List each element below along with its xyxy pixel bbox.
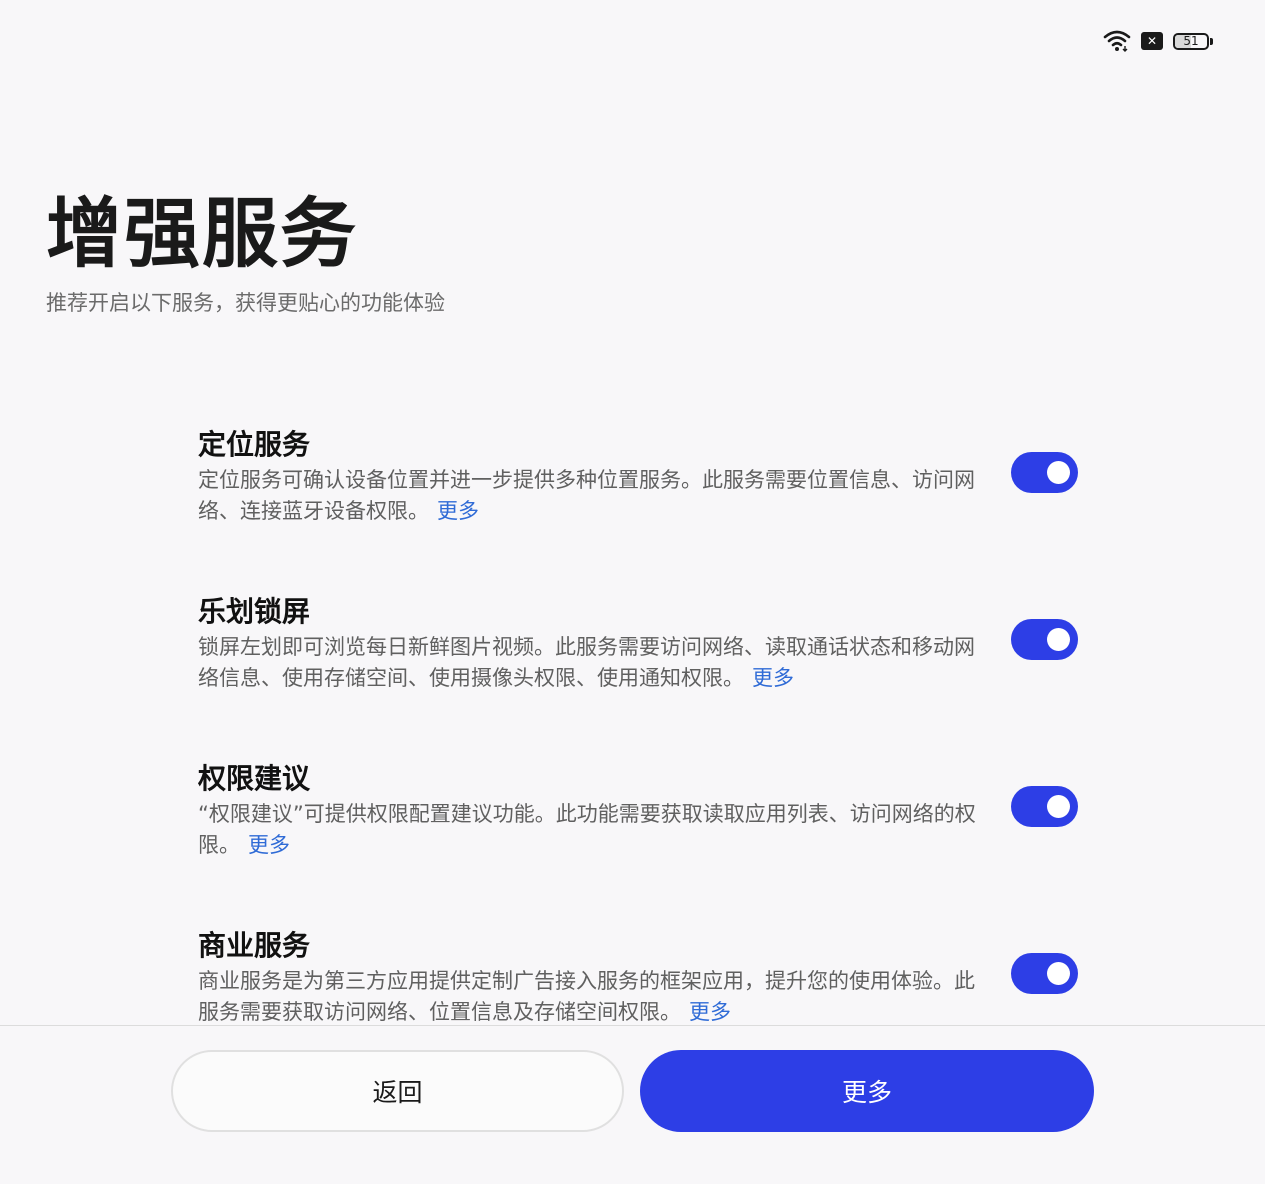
more-link[interactable]: 更多 [752,666,794,690]
service-title: 定位服务 [198,428,311,461]
location-service-toggle[interactable] [1011,452,1078,493]
service-title: 权限建议 [198,762,311,795]
service-list: 定位服务 定位服务可确认设备位置并进一步提供多种位置服务。此服务需要位置信息、访… [198,425,1083,1093]
toggle-knob [1047,461,1070,484]
more-link[interactable]: 更多 [689,1000,731,1024]
service-item-lockscreen: 乐划锁屏 锁屏左划即可浏览每日新鲜图片视频。此服务需要访问网络、读取通话状态和移… [198,592,1083,759]
service-description: 定位服务可确认设备位置并进一步提供多种位置服务。此服务需要位置信息、访问网络、连… [198,468,975,523]
x-mark-icon: ✕ [1141,32,1163,50]
business-service-toggle[interactable] [1011,953,1078,994]
toggle-knob [1047,962,1070,985]
battery-level: 51 [1183,34,1199,48]
service-description: 锁屏左划即可浏览每日新鲜图片视频。此服务需要访问网络、读取通话状态和移动网络信息… [198,635,975,690]
service-title: 商业服务 [198,929,311,962]
wifi-icon [1103,30,1131,52]
more-link[interactable]: 更多 [437,499,479,523]
service-description: “权限建议”可提供权限配置建议功能。此功能需要获取读取应用列表、访问网络的权限。… [198,802,976,857]
service-title: 乐划锁屏 [198,595,311,628]
toggle-knob [1047,795,1070,818]
battery-icon: 51 [1173,32,1213,50]
bottom-action-bar: 返回 更多 [0,1025,1265,1184]
service-description: 商业服务是为第三方应用提供定制广告接入服务的框架应用，提升您的使用体验。此服务需… [198,969,975,1024]
permission-advice-toggle[interactable] [1011,786,1078,827]
toggle-knob [1047,628,1070,651]
status-bar: ✕ 51 [1103,28,1213,54]
page-subtitle: 推荐开启以下服务，获得更贴心的功能体验 [46,291,445,315]
service-item-location: 定位服务 定位服务可确认设备位置并进一步提供多种位置服务。此服务需要位置信息、访… [198,425,1083,592]
more-button[interactable]: 更多 [640,1050,1094,1132]
more-link[interactable]: 更多 [248,833,290,857]
lockscreen-service-toggle[interactable] [1011,619,1078,660]
back-button[interactable]: 返回 [171,1050,624,1132]
page-title: 增强服务 [46,189,358,278]
service-item-permission-advice: 权限建议 “权限建议”可提供权限配置建议功能。此功能需要获取读取应用列表、访问网… [198,759,1083,926]
